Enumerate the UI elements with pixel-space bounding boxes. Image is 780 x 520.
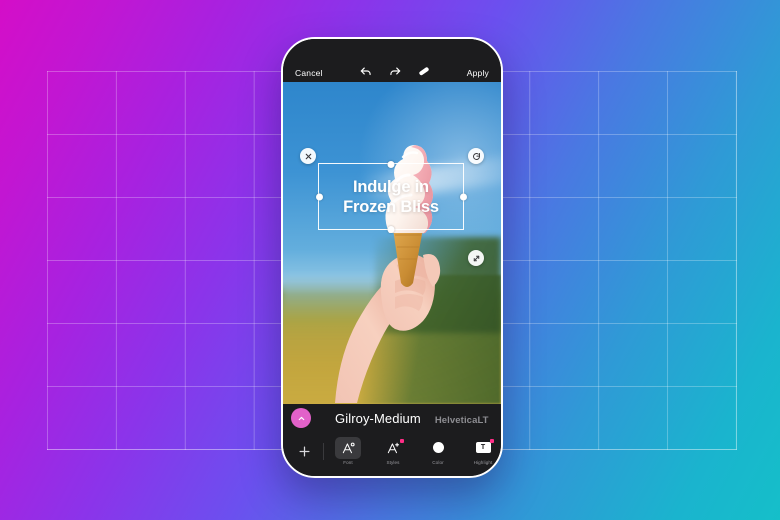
phone-mockup: Cancel Apply Indulge in Frozen Bliss Gil…: [281, 37, 503, 478]
tool-font-label: Font: [343, 459, 353, 465]
undo-icon[interactable]: [359, 64, 373, 78]
tool-styles-label: Styles: [386, 459, 400, 465]
editor-topbar: Cancel Apply: [283, 39, 501, 82]
tool-color[interactable]: Color: [421, 437, 455, 466]
tool-styles[interactable]: Styles: [376, 437, 410, 466]
ice-cream-illustration: [335, 145, 441, 403]
toolbar-divider: [323, 442, 324, 460]
font-list[interactable]: Gilroy-Medium HelveticaLT: [321, 411, 493, 426]
text-selection-box[interactable]: Indulge in Frozen Bliss: [315, 160, 467, 233]
editor-canvas[interactable]: Indulge in Frozen Bliss: [283, 82, 501, 404]
resize-handle-left[interactable]: [315, 193, 323, 200]
tool-highlight-label: Highlight: [473, 459, 493, 465]
resize-icon[interactable]: [468, 250, 484, 266]
toolbar-tools: Font Styles Color T Highlight: [331, 436, 500, 466]
tool-highlight[interactable]: T Highlight: [466, 437, 500, 466]
styles-badge: [400, 438, 404, 443]
rotate-icon[interactable]: [468, 148, 484, 164]
tool-color-label: Color: [432, 459, 444, 465]
apply-button[interactable]: Apply: [467, 68, 489, 78]
font-icon: [335, 436, 361, 459]
cancel-button[interactable]: Cancel: [295, 68, 323, 78]
redo-icon[interactable]: [388, 64, 402, 78]
eraser-icon[interactable]: [417, 64, 431, 78]
stage: Cancel Apply Indulge in Frozen Bliss Gil…: [0, 0, 780, 520]
resize-handle-bottom[interactable]: [387, 225, 395, 233]
resize-handle-top[interactable]: [387, 160, 395, 168]
color-icon: [425, 437, 451, 459]
overlay-text-line-2: Frozen Bliss: [343, 197, 439, 216]
highlight-badge: [490, 438, 494, 443]
resize-handle-right[interactable]: [459, 193, 467, 200]
font-option[interactable]: HelveticaLT: [435, 415, 489, 426]
overlay-text-line-1: Indulge in: [353, 177, 429, 196]
plus-icon[interactable]: [291, 438, 317, 464]
highlight-chip: T: [475, 442, 491, 454]
overlay-text: Indulge in Frozen Bliss: [319, 176, 463, 216]
font-option-selected[interactable]: Gilroy-Medium: [335, 411, 421, 426]
font-selector-bar: Gilroy-Medium HelveticaLT: [283, 404, 501, 432]
chevron-up-icon[interactable]: [291, 408, 311, 428]
tool-font[interactable]: Font: [331, 436, 365, 466]
color-swatch: [432, 442, 444, 454]
close-icon[interactable]: [300, 148, 316, 164]
topbar-actions: [359, 64, 431, 78]
highlight-icon: T: [470, 437, 496, 459]
editor-toolbar: Font Styles Color T Highlight: [283, 432, 501, 476]
styles-icon: [380, 437, 406, 459]
